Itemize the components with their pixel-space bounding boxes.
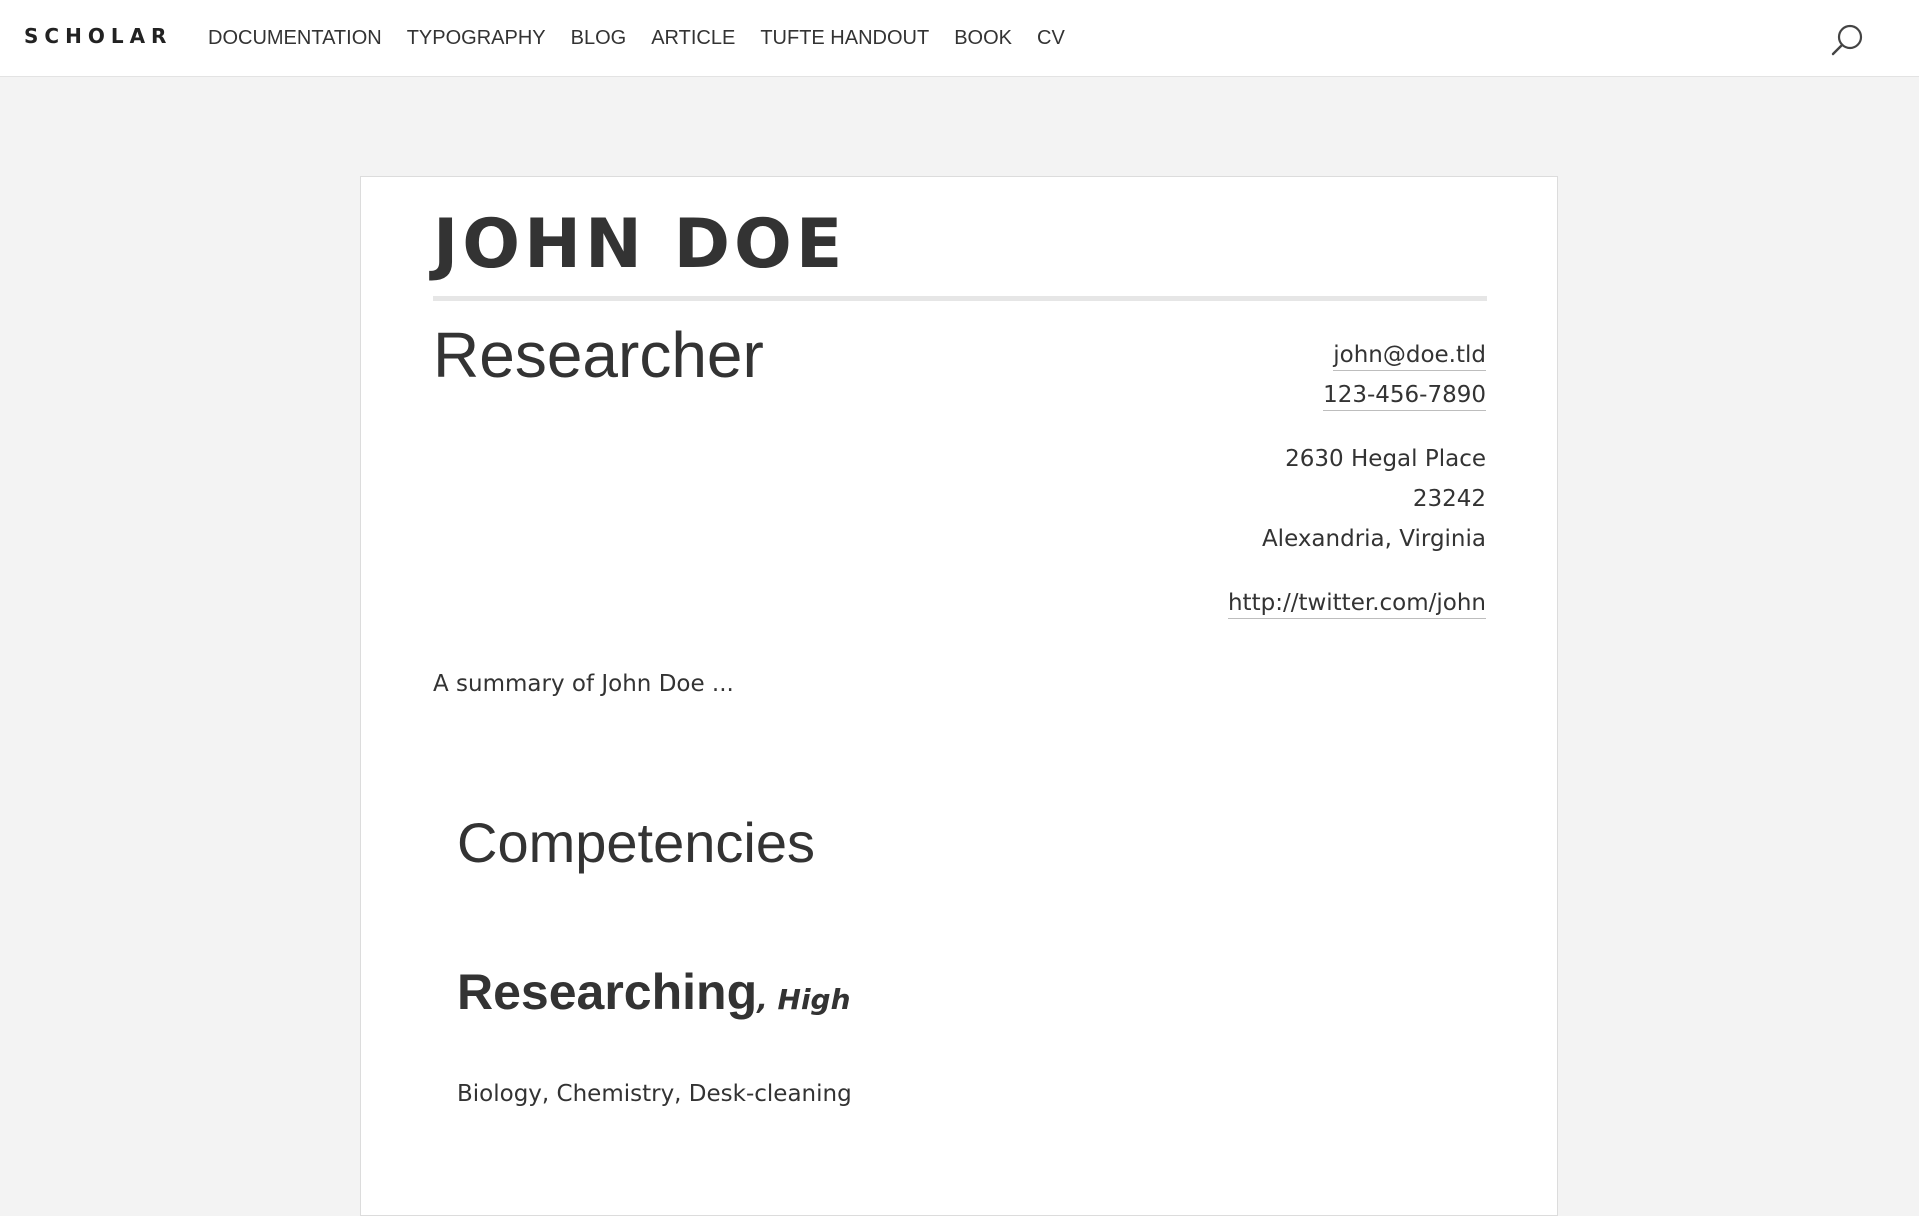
address-postal-code: 23242 [1412, 486, 1486, 512]
main-nav: DOCUMENTATION TYPOGRAPHY BLOG ARTICLE TU… [208, 24, 1090, 52]
search-icon [1831, 24, 1863, 56]
top-navbar: SCHOLAR DOCUMENTATION TYPOGRAPHY BLOG AR… [0, 0, 1919, 77]
address-city: Alexandria, Virginia [1261, 526, 1486, 552]
nav-item-book[interactable]: BOOK [954, 27, 1012, 50]
brand-logo-link[interactable]: SCHOLAR [24, 24, 172, 48]
nav-item-documentation[interactable]: DOCUMENTATION [208, 27, 382, 50]
competency-name: Researching [457, 964, 758, 1020]
nav-item-tufte-handout[interactable]: TUFTE HANDOUT [760, 27, 929, 50]
nav-item-article[interactable]: ARTICLE [651, 27, 735, 50]
cv-card: JOHN DOE Researcher john@doe.tld 123-456… [360, 176, 1558, 1216]
competency-heading: Researching, High [457, 963, 851, 1021]
person-name: JOHN DOE [433, 205, 847, 284]
contact-spacer [1228, 415, 1486, 439]
competency-description: Biology, Chemistry, Desk-cleaning [457, 1081, 852, 1107]
nav-item-typography[interactable]: TYPOGRAPHY [407, 27, 546, 50]
person-role: Researcher [433, 319, 764, 391]
name-divider [433, 296, 1487, 301]
section-title-competencies: Competencies [457, 811, 815, 874]
email-link[interactable]: john@doe.tld [1333, 342, 1486, 371]
competency-level: , High [757, 983, 851, 1016]
contact-block: john@doe.tld 123-456-7890 2630 Hegal Pla… [1227, 335, 1486, 623]
contact-spacer [1228, 559, 1486, 583]
nav-item-blog[interactable]: BLOG [571, 27, 627, 50]
search-button[interactable] [1828, 20, 1868, 60]
summary-text: A summary of John Doe ... [433, 671, 734, 697]
website-link[interactable]: http://twitter.com/john [1227, 590, 1486, 619]
phone-link[interactable]: 123-456-7890 [1323, 382, 1486, 411]
nav-item-cv[interactable]: CV [1037, 27, 1065, 50]
address-street: 2630 Hegal Place [1285, 446, 1486, 472]
